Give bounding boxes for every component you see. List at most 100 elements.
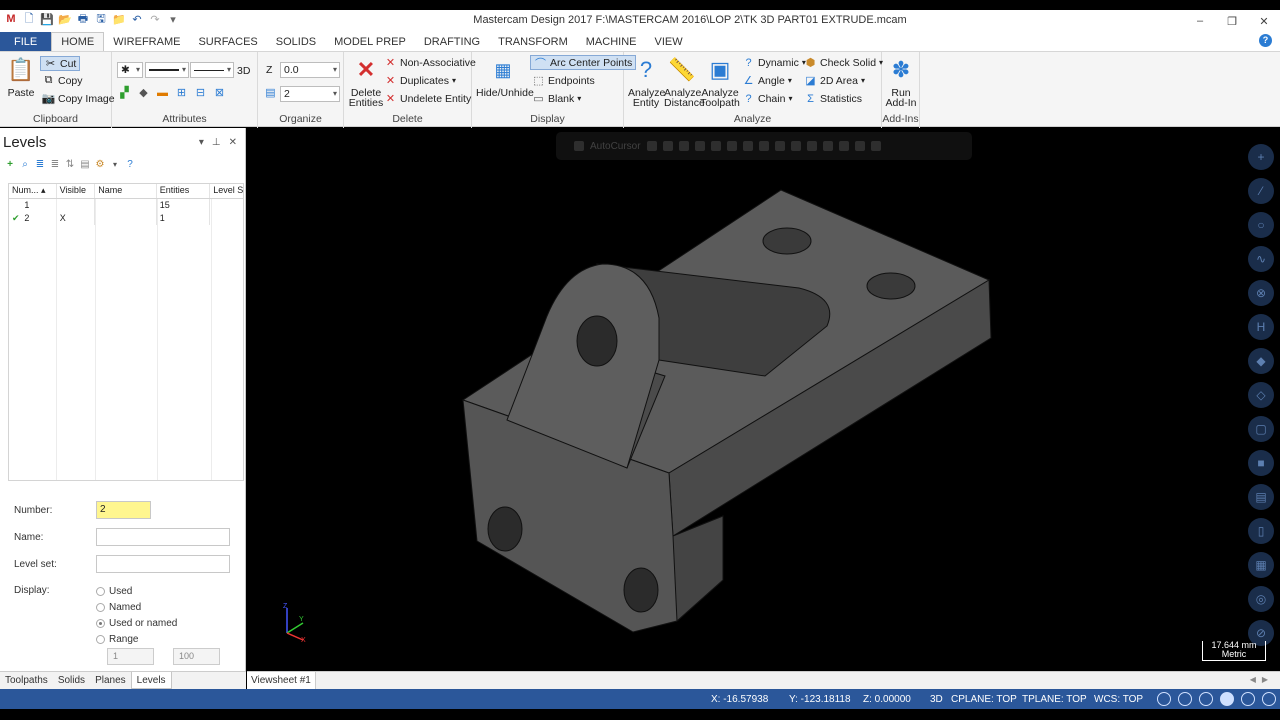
row-visible[interactable]: X [57, 212, 96, 225]
column-visible[interactable]: Visible [57, 184, 96, 198]
mask-level-icon[interactable]: ▤ [1248, 484, 1274, 510]
refresh-icon[interactable]: ▤ [79, 158, 91, 170]
set-main-attributes-icon[interactable]: ⊞ [175, 86, 188, 99]
line-style-select[interactable]: ▾ [145, 62, 189, 78]
check-solid-button[interactable]: ⬢ Check Solid ▾ [804, 56, 883, 70]
area-2d-button[interactable]: ◪ 2D Area ▾ [804, 74, 865, 88]
select-icon[interactable] [838, 141, 849, 151]
select-icon[interactable] [854, 141, 865, 151]
panel-close-icon[interactable]: ✕ [229, 137, 237, 148]
clear-colors-icon[interactable]: ⊠ [213, 86, 226, 99]
select-icon[interactable] [822, 141, 833, 151]
transparency-icon[interactable] [1241, 692, 1255, 706]
graphics-viewport[interactable]: Z Y X AutoCursor + ⁄ ○ ∿ ⊗ H ◆ ◇ ▢ ■ ▤ ▯… [247, 128, 1280, 671]
range-from-field[interactable]: 1 [107, 648, 154, 665]
range-to-field[interactable]: 100 [173, 648, 220, 665]
select-icon[interactable] [790, 141, 801, 151]
help-circle-icon[interactable]: ? [124, 158, 136, 170]
wireframe-view-icon[interactable] [1199, 692, 1213, 706]
angle-button[interactable]: ∠ Angle ▾ [742, 74, 792, 88]
sort-icon[interactable]: ⇅ [64, 158, 76, 170]
globe-icon[interactable] [1178, 692, 1192, 706]
cut-button[interactable]: ✂ Cut [40, 56, 81, 71]
mask-color-icon[interactable]: ■ [1248, 450, 1274, 476]
tab-solids-manager[interactable]: Solids [53, 672, 90, 689]
analyze-distance-button[interactable]: 📏 Analyze Distance [664, 56, 705, 109]
level-input[interactable]: 2 ▾ [280, 86, 340, 102]
mask-splines-icon[interactable]: ∿ [1248, 246, 1274, 272]
snap-icon[interactable] [662, 141, 673, 151]
copy-button[interactable]: ⧉ Copy [42, 74, 83, 87]
viewsheet-scroll-arrows[interactable]: ◀▶ [1250, 675, 1274, 684]
duplicates-button[interactable]: ✕ Duplicates ▾ [384, 74, 456, 88]
tab-planes[interactable]: Planes [90, 672, 131, 689]
mask-attribute-icon[interactable]: ◎ [1248, 586, 1274, 612]
radio-used-or-named[interactable]: Used or named [96, 618, 177, 629]
find-level-icon[interactable]: ⌕ [19, 158, 31, 170]
tab-home[interactable]: HOME [51, 32, 105, 51]
add-level-icon[interactable]: + [4, 158, 16, 170]
mask-group-icon[interactable]: ▯ [1248, 518, 1274, 544]
panel-dropdown-icon[interactable]: ▾ [199, 137, 204, 148]
hide-unhide-button[interactable]: ▦ Hide/Unhide [476, 56, 534, 98]
minimize-button[interactable]: – [1184, 10, 1216, 32]
select-icon[interactable] [806, 141, 817, 151]
tab-drafting[interactable]: DRAFTING [415, 32, 489, 51]
select-icon[interactable] [870, 141, 881, 151]
snap-icon[interactable] [694, 141, 705, 151]
status-tplane[interactable]: TPLANE: TOP [1022, 694, 1087, 705]
tab-view[interactable]: VIEW [646, 32, 692, 51]
mode-3d-toggle[interactable]: 3D [237, 65, 250, 77]
blank-button[interactable]: ▭ Blank ▾ [532, 92, 581, 106]
tab-model-prep[interactable]: MODEL PREP [325, 32, 415, 51]
run-addin-button[interactable]: ✽ Run Add-In [884, 56, 918, 109]
column-level-set[interactable]: Level S [210, 184, 243, 198]
z-depth-input[interactable]: 0.0 ▾ [280, 62, 340, 78]
radio-named[interactable]: Named [96, 602, 141, 613]
copy-image-button[interactable]: 📷 Copy Image [42, 92, 115, 106]
tab-levels[interactable]: Levels [130, 672, 172, 689]
restore-button[interactable]: ❐ [1216, 10, 1248, 32]
solid-color-icon[interactable]: ◆ [137, 86, 150, 99]
tab-surfaces[interactable]: SURFACES [189, 32, 266, 51]
wireframe-color-icon[interactable]: ▞ [118, 86, 131, 99]
statistics-button[interactable]: Σ Statistics [804, 92, 862, 105]
viewsheet-tab[interactable]: Viewsheet #1 [247, 672, 316, 689]
delete-entities-button[interactable]: ✕ Delete Entities [348, 56, 384, 109]
part-model[interactable]: Z Y X [247, 128, 1280, 671]
analyze-entity-button[interactable]: ? Analyze Entity [628, 56, 665, 109]
paste-button[interactable]: 📋 Paste [6, 56, 36, 99]
layer-set-icon[interactable]: ≣ [49, 158, 61, 170]
tab-file[interactable]: FILE [0, 32, 52, 51]
tab-wireframe[interactable]: WIREFRAME [104, 32, 189, 51]
level-set-field[interactable] [96, 555, 230, 573]
table-row[interactable]: ✔ 2 X 1 [9, 212, 243, 225]
select-all-icon[interactable]: + [1248, 144, 1274, 170]
options-dropdown-icon[interactable]: ▾ [109, 158, 121, 170]
snap-icon[interactable] [678, 141, 689, 151]
mask-surfaces-icon[interactable]: ⊗ [1248, 280, 1274, 306]
non-associative-button[interactable]: ✕ Non-Associative [384, 56, 476, 70]
gear-icon[interactable]: ⚙ [94, 158, 106, 170]
endpoints-toggle[interactable]: ⬚ Endpoints [532, 74, 594, 88]
shaded-view-icon[interactable] [1220, 692, 1234, 706]
outline-icon[interactable] [1262, 692, 1276, 706]
point-style-select[interactable]: ✱ ▾ [117, 62, 143, 78]
layers-icon[interactable]: ≣ [34, 158, 46, 170]
surface-color-icon[interactable]: ▬ [156, 86, 169, 99]
number-field[interactable]: 2 [96, 501, 151, 519]
table-row[interactable]: 1 15 [9, 199, 243, 212]
tab-transform[interactable]: TRANSFORM [489, 32, 577, 51]
column-name[interactable]: Name [95, 184, 157, 198]
status-cplane[interactable]: CPLANE: TOP [951, 694, 1017, 705]
status-z[interactable]: Z: 0.00000 [863, 694, 911, 705]
mask-meshes-icon[interactable]: ▢ [1248, 416, 1274, 442]
help-icon[interactable]: ? [1259, 34, 1272, 47]
status-3d-mode[interactable]: 3D [930, 694, 943, 705]
select-icon[interactable] [758, 141, 769, 151]
tab-machine[interactable]: MACHINE [577, 32, 646, 51]
mask-solids-icon[interactable]: ◆ [1248, 348, 1274, 374]
analyze-toolpath-button[interactable]: ▣ Analyze Toolpath [700, 56, 740, 109]
lock-icon[interactable] [574, 141, 584, 151]
radio-range[interactable]: Range [96, 634, 138, 645]
